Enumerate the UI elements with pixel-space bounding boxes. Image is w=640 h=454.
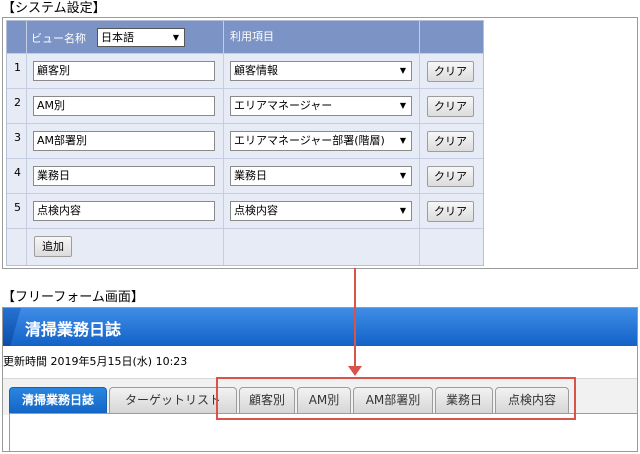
title-accent: [3, 308, 21, 346]
row-number: 1: [14, 61, 21, 74]
tab-cleaning-log[interactable]: 清掃業務日誌: [9, 387, 107, 413]
item-select-value: エリアマネージャー部署(階層): [234, 134, 385, 147]
item-select-value: 業務日: [234, 169, 267, 182]
add-button[interactable]: 追加: [34, 236, 72, 257]
action-header: [420, 21, 483, 53]
item-select-value: 顧客情報: [234, 64, 278, 77]
freeform-section-title: 【フリーフォーム画面】: [2, 290, 144, 305]
app-title-bar: 清掃業務日誌: [3, 308, 637, 346]
annotation-arrow-line: [354, 268, 356, 368]
items-label: 利用項目: [230, 30, 274, 43]
update-time: 更新時間 2019年5月15日(水) 10:23: [3, 353, 187, 369]
row-number: 3: [14, 131, 21, 144]
clear-button[interactable]: クリア: [427, 61, 474, 82]
row-number: 4: [14, 166, 21, 179]
view-name-header: ビュー名称 日本語 ▼: [7, 21, 223, 53]
row-divider: [7, 123, 483, 124]
dropdown-arrow-icon: ▼: [399, 101, 406, 110]
clear-button[interactable]: クリア: [427, 201, 474, 222]
clear-button[interactable]: クリア: [427, 131, 474, 152]
language-select[interactable]: 日本語 ▼: [97, 28, 185, 47]
app-title: 清掃業務日誌: [25, 320, 122, 339]
item-select[interactable]: 業務日 ▼: [230, 166, 412, 186]
view-settings-grid: ビュー名称 日本語 ▼ 利用項目 1 顧客別 顧客情報 ▼ クリア 2 AM別 エ…: [6, 20, 484, 266]
row-divider: [7, 228, 483, 229]
update-time-value: 2019年5月15日(水) 10:23: [50, 355, 188, 368]
item-select[interactable]: 顧客情報 ▼: [230, 61, 412, 81]
dropdown-arrow-icon: ▼: [399, 171, 406, 180]
row-divider: [7, 193, 483, 194]
items-header: 利用項目: [224, 21, 419, 53]
item-select[interactable]: 点検内容 ▼: [230, 201, 412, 221]
item-select[interactable]: エリアマネージャー ▼: [230, 96, 412, 116]
view-name-label: ビュー名称: [31, 32, 86, 45]
row-divider: [7, 158, 483, 159]
item-select[interactable]: エリアマネージャー部署(階層) ▼: [230, 131, 412, 151]
row-number: 2: [14, 96, 21, 109]
view-name-input[interactable]: 顧客別: [33, 61, 215, 81]
clear-button[interactable]: クリア: [427, 166, 474, 187]
dropdown-arrow-icon: ▼: [399, 66, 406, 75]
arrow-down-icon: [348, 366, 362, 376]
view-name-input[interactable]: 点検内容: [33, 201, 215, 221]
item-select-value: 点検内容: [234, 204, 278, 217]
view-name-input[interactable]: AM別: [33, 96, 215, 116]
dropdown-arrow-icon: ▼: [399, 206, 406, 215]
row-divider: [7, 53, 483, 54]
update-time-label: 更新時間: [3, 355, 47, 368]
clear-button[interactable]: クリア: [427, 96, 474, 117]
item-select-value: エリアマネージャー: [234, 99, 333, 112]
row-number: 5: [14, 201, 21, 214]
view-name-input[interactable]: 業務日: [33, 166, 215, 186]
settings-section-title: 【システム設定】: [2, 1, 106, 16]
dropdown-arrow-icon: ▼: [172, 33, 179, 42]
dropdown-arrow-icon: ▼: [399, 136, 406, 145]
view-name-input[interactable]: AM部署別: [33, 131, 215, 151]
language-value: 日本語: [101, 31, 134, 44]
row-divider: [7, 88, 483, 89]
highlight-box: [216, 377, 576, 420]
